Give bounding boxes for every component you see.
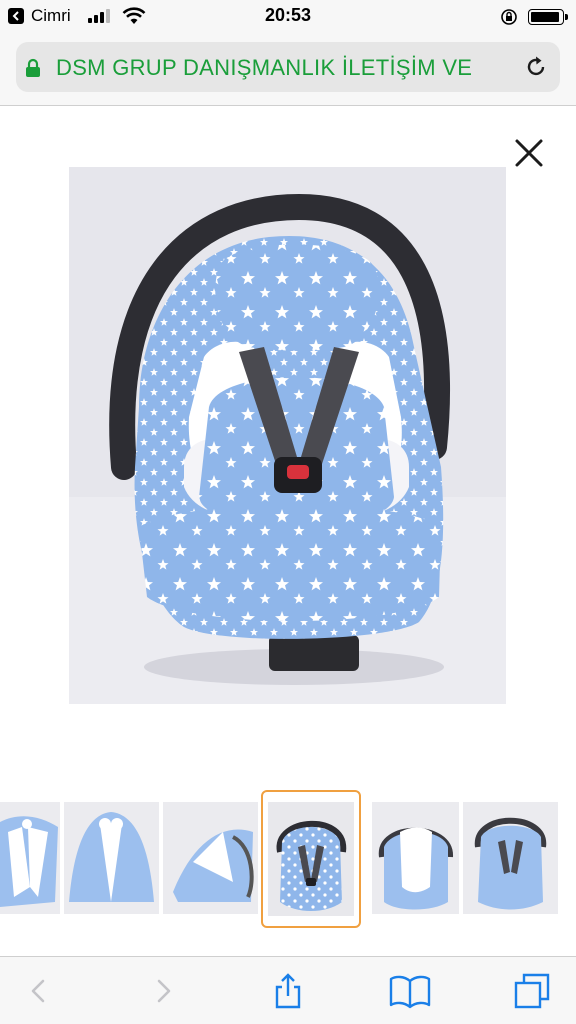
tabs-button[interactable] [512, 971, 552, 1011]
browser-toolbar [0, 956, 576, 1024]
product-image[interactable] [69, 167, 506, 704]
forward-icon [157, 979, 171, 1003]
url-text[interactable]: DSM GRUP DANIŞMANLIK İLETİŞİM VE [56, 55, 518, 81]
thumbnail-canopy-cover-side[interactable] [163, 802, 258, 914]
address-bar[interactable]: DSM GRUP DANIŞMANLIK İLETİŞİM VE [16, 42, 560, 92]
status-bar: Cimri 20:53 [0, 0, 576, 34]
tabs-icon [514, 973, 550, 1009]
bookmarks-icon [389, 975, 431, 1009]
close-button[interactable] [512, 136, 546, 170]
thumbnail-canopy-cover-front[interactable] [0, 802, 60, 914]
orientation-lock-icon [501, 9, 517, 25]
close-icon [515, 139, 543, 167]
back-button[interactable] [20, 971, 60, 1011]
car-seat-illustration [69, 167, 506, 704]
clock: 20:53 [264, 5, 312, 25]
reload-icon[interactable] [523, 54, 549, 80]
lock-icon [26, 58, 40, 77]
share-button[interactable] [268, 971, 308, 1011]
address-bar-area: DSM GRUP DANIŞMANLIK İLETİŞİM VE [0, 34, 576, 106]
thumbnail-car-seat-white-insert[interactable] [372, 802, 459, 914]
thumbnail-canopy-cover-bow[interactable] [64, 802, 159, 914]
battery-icon [528, 9, 568, 25]
back-icon [31, 979, 45, 1003]
forward-button[interactable] [142, 971, 182, 1011]
safari-screen: Cimri 20:53 DSM GRUP DANIŞMANLIK İLETİŞİ… [0, 0, 576, 1024]
thumbnail-car-seat-cover-stars[interactable] [261, 790, 361, 928]
thumbnail-car-seat-cover-plain[interactable] [463, 802, 558, 914]
bookmarks-button[interactable] [388, 971, 431, 1011]
share-icon [275, 973, 301, 1009]
